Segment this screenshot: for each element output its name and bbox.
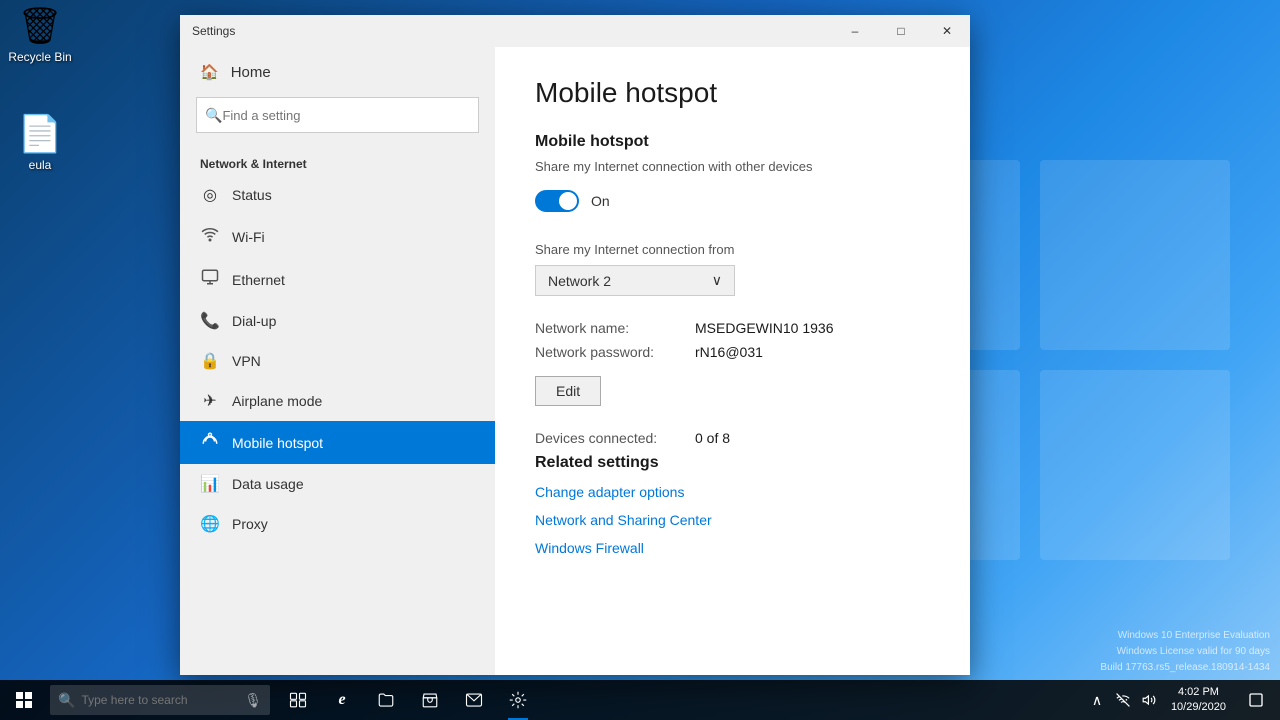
network-password-row: Network password: rN16@031 [535, 344, 930, 360]
share-from-dropdown[interactable]: Network 2 ∨ [535, 265, 735, 296]
wifi-label: Wi-Fi [232, 229, 265, 245]
windows-info: Windows 10 Enterprise Evaluation Windows… [1100, 628, 1270, 676]
main-content: Mobile hotspot Mobile hotspot Share my I… [495, 47, 970, 675]
status-icon: ◎ [200, 185, 220, 205]
data-usage-icon: 📊 [200, 474, 220, 494]
hotspot-toggle[interactable] [535, 190, 579, 212]
sidebar-item-dial-up[interactable]: 📞 Dial-up [180, 301, 495, 341]
status-label: Status [232, 187, 272, 203]
sidebar-item-proxy[interactable]: 🌐 Proxy [180, 504, 495, 544]
taskbar-search[interactable]: 🔍 🎙 [50, 685, 270, 715]
network-sharing-center-link[interactable]: Network and Sharing Center [535, 512, 930, 528]
win-info-line2: Windows License valid for 90 days [1100, 644, 1270, 660]
start-button[interactable] [0, 680, 48, 720]
network-name-row: Network name: MSEDGEWIN10 1936 [535, 320, 930, 336]
home-icon: 🏠 [200, 63, 219, 81]
minimize-button[interactable]: – [832, 15, 878, 47]
home-label: Home [231, 64, 271, 81]
win-info-line1: Windows 10 Enterprise Evaluation [1100, 628, 1270, 644]
taskbar-apps: e [276, 680, 540, 720]
data-usage-label: Data usage [232, 476, 304, 492]
section-subtitle: Share my Internet connection with other … [535, 159, 930, 174]
edit-button[interactable]: Edit [535, 376, 601, 406]
desktop: 🗑 Recycle Bin 📄 eula Settings – □ ✕ 🏠 Ho… [0, 0, 1280, 720]
mail-button[interactable] [452, 680, 496, 720]
devices-connected-row: Devices connected: 0 of 8 [535, 430, 930, 446]
task-view-button[interactable] [276, 680, 320, 720]
windows-firewall-link[interactable]: Windows Firewall [535, 540, 930, 556]
notification-center-button[interactable] [1236, 680, 1276, 720]
change-adapter-link[interactable]: Change adapter options [535, 484, 930, 500]
titlebar: Settings – □ ✕ [180, 15, 970, 47]
airplane-label: Airplane mode [232, 393, 322, 409]
window-body: 🏠 Home 🔍 Network & Internet ◎ Status [180, 47, 970, 675]
tray-clock[interactable]: 4:02 PM 10/29/2020 [1163, 685, 1234, 716]
taskbar: 🔍 🎙 e [0, 680, 1280, 720]
dial-up-icon: 📞 [200, 311, 220, 331]
sidebar: 🏠 Home 🔍 Network & Internet ◎ Status [180, 47, 495, 675]
sidebar-item-airplane-mode[interactable]: ✈ Airplane mode [180, 381, 495, 421]
close-button[interactable]: ✕ [924, 15, 970, 47]
network-password-value: rN16@031 [695, 344, 763, 360]
proxy-label: Proxy [232, 516, 268, 532]
sidebar-item-ethernet[interactable]: Ethernet [180, 258, 495, 301]
edge-button[interactable]: e [320, 680, 364, 720]
window-controls: – □ ✕ [832, 15, 970, 47]
page-title: Mobile hotspot [535, 77, 930, 109]
sidebar-item-wifi[interactable]: Wi-Fi [180, 215, 495, 258]
eula-label: eula [29, 158, 52, 172]
vpn-icon: 🔒 [200, 351, 220, 371]
airplane-icon: ✈ [200, 391, 220, 411]
sidebar-item-home[interactable]: 🏠 Home [180, 47, 495, 97]
sidebar-item-data-usage[interactable]: 📊 Data usage [180, 464, 495, 504]
maximize-button[interactable]: □ [878, 15, 924, 47]
search-input[interactable] [222, 108, 470, 123]
proxy-icon: 🌐 [200, 514, 220, 534]
sidebar-item-mobile-hotspot[interactable]: Mobile hotspot [180, 421, 495, 464]
related-settings-title: Related settings [535, 454, 930, 472]
microphone-icon: 🎙 [244, 692, 262, 709]
section-title: Mobile hotspot [535, 133, 930, 151]
vpn-label: VPN [232, 353, 261, 369]
win-info-line3: Build 17763.rs5_release.180914-1434 [1100, 660, 1270, 676]
clock-date: 10/29/2020 [1171, 700, 1226, 715]
file-explorer-button[interactable] [364, 680, 408, 720]
clock-time: 4:02 PM [1178, 685, 1219, 700]
share-from-label: Share my Internet connection from [535, 242, 930, 257]
chevron-down-icon: ∨ [712, 272, 722, 289]
recycle-bin-icon[interactable]: 🗑 Recycle Bin [0, 2, 80, 68]
network-password-label: Network password: [535, 344, 695, 360]
sidebar-search-box[interactable]: 🔍 [196, 97, 479, 133]
window-title: Settings [192, 24, 832, 38]
ethernet-icon [200, 268, 220, 291]
taskbar-tray: ∧ 4:02 PM 10/29/2020 [1085, 680, 1280, 720]
devices-connected-label: Devices connected: [535, 430, 695, 446]
sidebar-item-vpn[interactable]: 🔒 VPN [180, 341, 495, 381]
store-button[interactable] [408, 680, 452, 720]
toggle-label: On [591, 193, 610, 209]
sidebar-section-title: Network & Internet [180, 149, 495, 175]
taskbar-search-input[interactable] [81, 693, 241, 707]
hotspot-label: Mobile hotspot [232, 435, 323, 451]
network-name-value: MSEDGEWIN10 1936 [695, 320, 834, 336]
share-from-value: Network 2 [548, 273, 611, 289]
sidebar-item-status[interactable]: ◎ Status [180, 175, 495, 215]
network-name-label: Network name: [535, 320, 695, 336]
dial-up-label: Dial-up [232, 313, 276, 329]
network-tray-icon[interactable] [1111, 680, 1135, 720]
tray-expand[interactable]: ∧ [1085, 680, 1109, 720]
ethernet-label: Ethernet [232, 272, 285, 288]
settings-window: Settings – □ ✕ 🏠 Home 🔍 [180, 15, 970, 675]
wifi-icon [200, 225, 220, 248]
hotspot-icon [200, 431, 220, 454]
devices-connected-value: 0 of 8 [695, 430, 730, 446]
eula-icon[interactable]: 📄 eula [0, 110, 80, 176]
taskbar-search-icon: 🔍 [58, 692, 75, 709]
settings-button[interactable] [496, 680, 540, 720]
search-icon: 🔍 [205, 107, 222, 124]
toggle-row: On [535, 190, 930, 212]
recycle-bin-label: Recycle Bin [8, 50, 71, 64]
volume-tray-icon[interactable] [1137, 680, 1161, 720]
